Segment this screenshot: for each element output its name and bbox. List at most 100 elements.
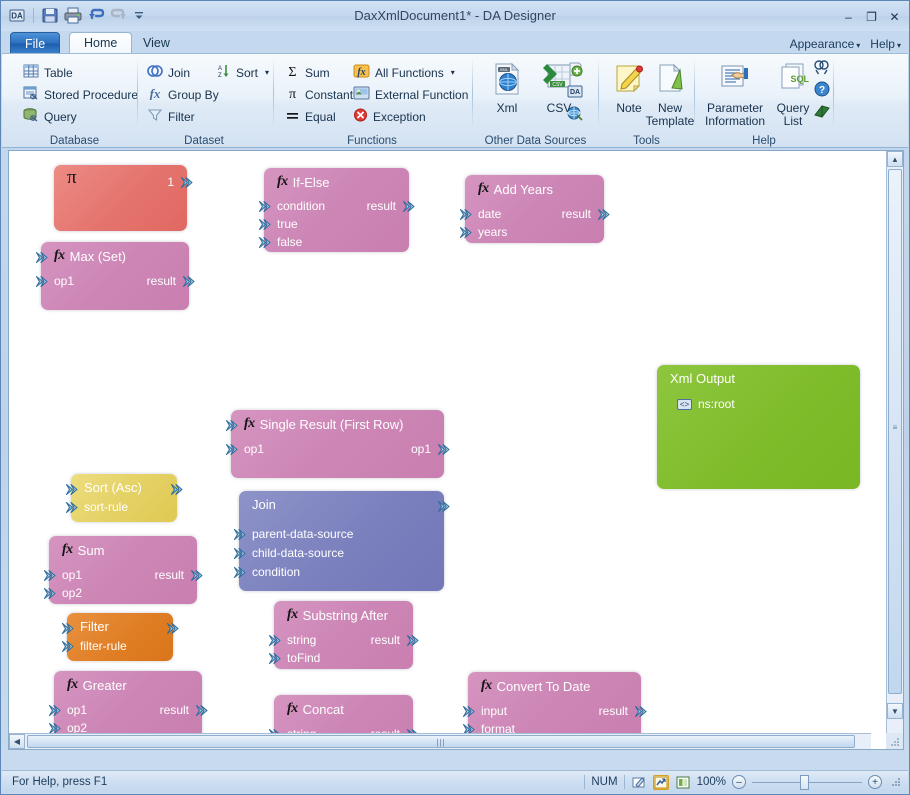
ribbon-item-da-source[interactable]: DA bbox=[566, 82, 584, 103]
zoom-slider[interactable] bbox=[752, 774, 862, 790]
canvas-node-constant-pi[interactable]: π1 bbox=[54, 165, 193, 231]
ribbon-item-parameter-information[interactable]: Parameter Information bbox=[699, 62, 771, 128]
close-button[interactable]: ✕ bbox=[886, 9, 903, 24]
node-title-label: Join bbox=[252, 497, 276, 512]
ribbon-item-table[interactable]: Table bbox=[20, 62, 76, 83]
canvas-node-substring-after[interactable]: fx Substring After string toFind result bbox=[268, 601, 419, 669]
ribbon-item-query-list[interactable]: SQL Query List bbox=[771, 62, 815, 128]
canvas-node-sort-asc[interactable]: Sort (Asc) sort-rule bbox=[65, 474, 183, 522]
ribbon-item-filter[interactable]: Filter bbox=[144, 106, 198, 127]
canvas-node-concat[interactable]: fxConcatstringstringresult bbox=[268, 695, 419, 735]
maximize-button[interactable]: ❐ bbox=[863, 9, 880, 24]
canvas-node-greater[interactable]: fx Greater op1 op2 result bbox=[48, 671, 208, 735]
ribbon-item-stored-procedure[interactable]: Stored Procedure bbox=[20, 84, 141, 105]
node-input-port[interactable] bbox=[43, 587, 56, 600]
node-input-port[interactable] bbox=[268, 634, 281, 647]
design-canvas[interactable]: π 1 fx Max (Set) op1 result Sort (Asc) sort-rul… bbox=[9, 151, 871, 735]
node-input-port[interactable] bbox=[65, 483, 78, 496]
node-input-port[interactable] bbox=[35, 275, 48, 288]
node-input-port[interactable] bbox=[258, 218, 271, 231]
node-output-port[interactable] bbox=[597, 208, 610, 221]
ribbon-item-exception[interactable]: Exception bbox=[350, 106, 429, 127]
vertical-scrollbar[interactable]: ▲ ≡ ▼ bbox=[886, 151, 903, 735]
node-output-port[interactable] bbox=[402, 200, 415, 213]
horizontal-scrollbar[interactable]: ◀ ||| bbox=[9, 733, 871, 749]
window-resize-grip[interactable] bbox=[890, 776, 902, 788]
canvas-node-join[interactable]: Join parent-data-source child-data-source c… bbox=[233, 491, 450, 591]
node-output-port[interactable] bbox=[180, 176, 193, 189]
node-field[interactable]: <> ns:root bbox=[677, 397, 735, 411]
canvas-node-sum[interactable]: fx Sum op1 op2 result bbox=[43, 536, 203, 604]
zoom-slider-thumb[interactable] bbox=[800, 774, 809, 790]
node-input-port[interactable] bbox=[258, 200, 271, 213]
node-input-port[interactable] bbox=[43, 569, 56, 582]
tab-home[interactable]: Home bbox=[69, 32, 133, 54]
node-input-port[interactable] bbox=[233, 566, 246, 579]
minimize-button[interactable]: – bbox=[840, 9, 857, 24]
ribbon-item-group-by[interactable]: fx Group By bbox=[144, 84, 222, 105]
appearance-menu[interactable]: Appearance ▾ bbox=[790, 37, 861, 51]
scroll-down-button[interactable]: ▼ bbox=[887, 703, 903, 719]
node-input-port[interactable] bbox=[459, 208, 472, 221]
node-input-port[interactable] bbox=[225, 419, 238, 432]
ribbon-item-external-function[interactable]: External Function bbox=[350, 84, 471, 105]
node-input-port[interactable] bbox=[258, 236, 271, 249]
canvas-node-max-set[interactable]: fx Max (Set) op1 result bbox=[35, 242, 195, 310]
canvas-node-single-result-first-row[interactable]: fx Single Result (First Row) op1 op1 bbox=[225, 410, 450, 478]
node-output-port[interactable] bbox=[182, 275, 195, 288]
tab-file[interactable]: File bbox=[10, 32, 61, 54]
horizontal-scroll-thumb[interactable]: ||| bbox=[27, 735, 855, 748]
node-input-port[interactable] bbox=[48, 704, 61, 717]
node-input-port[interactable] bbox=[233, 528, 246, 541]
chevron-down-icon[interactable]: ▾ bbox=[265, 68, 269, 77]
ribbon-item-book[interactable] bbox=[813, 102, 831, 123]
ribbon-item-constant[interactable]: π Constant bbox=[282, 84, 356, 105]
resize-grip[interactable] bbox=[886, 733, 903, 749]
node-output-port[interactable] bbox=[406, 634, 419, 647]
preview-view-button[interactable] bbox=[675, 775, 691, 790]
edit-view-button[interactable] bbox=[631, 775, 647, 790]
ribbon-item-add-source[interactable] bbox=[566, 60, 584, 81]
node-output-port[interactable] bbox=[170, 483, 183, 496]
node-input-port[interactable] bbox=[61, 640, 74, 653]
ribbon-item-web-source[interactable] bbox=[566, 104, 584, 125]
canvas-node-convert-to-date[interactable]: fx Convert To Date input format result bbox=[462, 672, 647, 735]
node-output-port[interactable] bbox=[437, 500, 450, 513]
ribbon-item-join[interactable]: Join bbox=[144, 62, 193, 83]
scroll-up-button[interactable]: ▲ bbox=[887, 151, 903, 167]
node-input-port[interactable] bbox=[225, 443, 238, 456]
node-output-port[interactable] bbox=[166, 622, 179, 635]
node-input-port[interactable] bbox=[459, 226, 472, 239]
canvas-node-if-else[interactable]: fx If-Else condition true false result bbox=[258, 168, 415, 252]
vertical-scroll-thumb[interactable]: ≡ bbox=[888, 169, 902, 694]
tab-view[interactable]: View bbox=[129, 32, 184, 54]
node-output-port[interactable] bbox=[634, 705, 647, 718]
zoom-in-button[interactable]: + bbox=[868, 775, 882, 789]
node-input-port[interactable] bbox=[233, 547, 246, 560]
node-input-port[interactable] bbox=[35, 251, 48, 264]
ribbon-item-query[interactable]: Query bbox=[20, 106, 80, 127]
canvas-node-xml-output[interactable]: Xml Output <> ns:root bbox=[657, 365, 860, 489]
design-view-button[interactable] bbox=[652, 774, 669, 790]
chevron-down-icon[interactable]: ▾ bbox=[451, 68, 455, 77]
canvas-node-filter[interactable]: Filter filter-rule bbox=[61, 613, 179, 661]
ribbon-item-equal[interactable]: Equal bbox=[282, 106, 339, 127]
node-output-port[interactable] bbox=[190, 569, 203, 582]
ribbon-item-help[interactable]: ? bbox=[813, 80, 831, 101]
zoom-out-button[interactable]: – bbox=[732, 775, 746, 789]
node-input-port[interactable] bbox=[268, 652, 281, 665]
ribbon-item-sort[interactable]: AZ Sort ▾ bbox=[212, 62, 272, 83]
help-menu[interactable]: Help ▾ bbox=[870, 37, 901, 51]
node-output-port[interactable] bbox=[195, 704, 208, 717]
ribbon-item-all-functions[interactable]: fx All Functions ▾ bbox=[350, 62, 458, 83]
node-output-port[interactable] bbox=[437, 443, 450, 456]
ribbon-item-sum[interactable]: Σ Sum bbox=[282, 62, 333, 83]
node-input-port[interactable] bbox=[61, 622, 74, 635]
canvas-node-add-years[interactable]: fx Add Years date years result bbox=[459, 175, 610, 243]
node-input-port[interactable] bbox=[462, 705, 475, 718]
scroll-left-button[interactable]: ◀ bbox=[9, 734, 25, 749]
ribbon-item-xml[interactable]: XML Xml bbox=[479, 62, 535, 115]
ribbon-item-new-template[interactable]: New Template bbox=[641, 62, 699, 128]
ribbon-item-find[interactable] bbox=[813, 58, 831, 79]
node-input-port[interactable] bbox=[65, 501, 78, 514]
